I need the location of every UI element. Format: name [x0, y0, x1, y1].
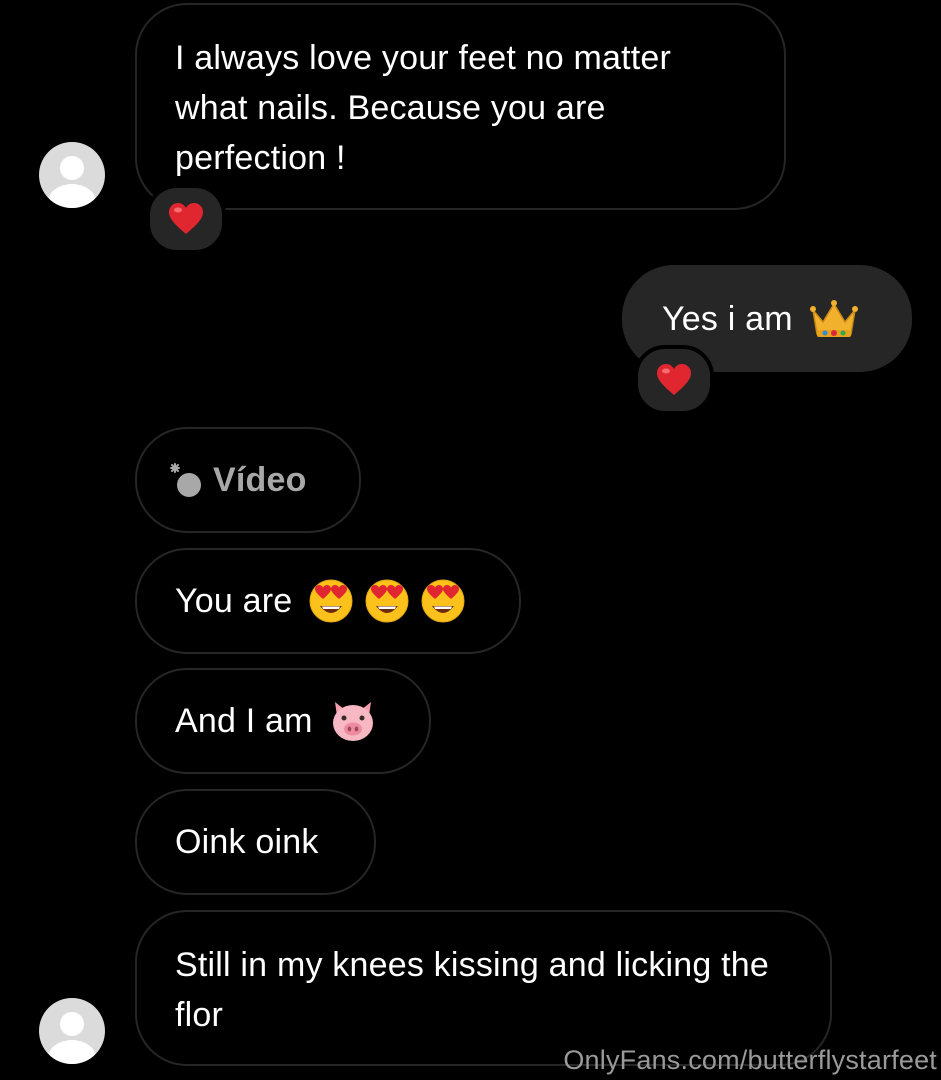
message-text: And I am — [175, 702, 313, 740]
watermark-text: OnlyFans.com/butterflystarfeet — [563, 1045, 937, 1075]
video-label: Vídeo — [213, 461, 307, 499]
sender-avatar[interactable] — [39, 998, 105, 1064]
crown-emoji-icon — [809, 299, 858, 337]
message-bubble-received[interactable]: Oink oink — [135, 789, 376, 895]
sender-avatar[interactable] — [39, 142, 105, 208]
heart-eyes-emoji-icon — [421, 579, 465, 623]
pig-face-emoji-icon — [332, 702, 373, 741]
default-avatar-icon — [48, 156, 96, 208]
heart-icon — [169, 203, 203, 234]
default-avatar-icon — [48, 1012, 96, 1064]
heart-icon — [657, 364, 691, 395]
message-bubble-received[interactable]: I always love your feet no matter what n… — [135, 3, 786, 210]
message-text: You are — [175, 582, 293, 620]
message-text: I always love your feet no matter what n… — [175, 39, 672, 177]
message-text: Oink oink — [175, 823, 319, 861]
message-text: Yes i am — [662, 299, 793, 338]
video-attachment-icon — [170, 463, 201, 497]
video-attachment-bubble[interactable]: Vídeo — [135, 427, 361, 533]
heart-reaction-badge[interactable] — [146, 184, 226, 254]
message-text: Still in my knees kissing and licking th… — [175, 946, 770, 1034]
message-bubble-received[interactable]: Still in my knees kissing and licking th… — [135, 910, 832, 1066]
heart-eyes-emoji-icon — [309, 579, 353, 623]
heart-reaction-badge[interactable] — [634, 345, 714, 415]
heart-eyes-emoji-icon — [365, 579, 409, 623]
message-bubble-received[interactable]: You are — [135, 548, 521, 654]
message-bubble-received[interactable]: And I am — [135, 668, 431, 774]
